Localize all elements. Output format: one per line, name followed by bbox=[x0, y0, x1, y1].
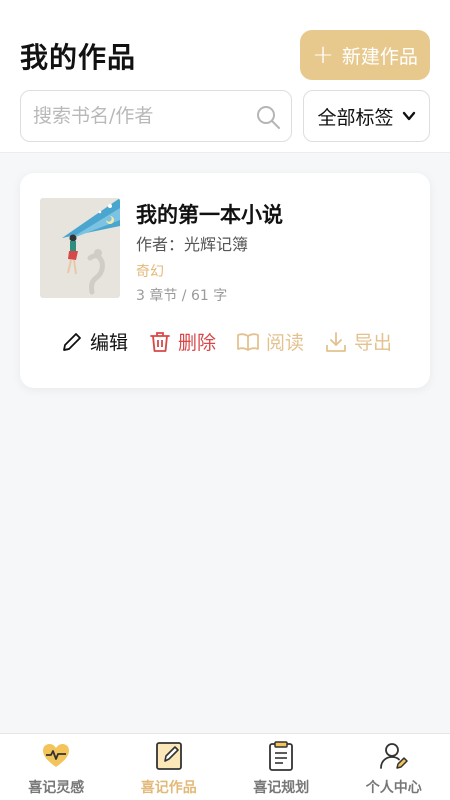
edit-button[interactable]: 编辑 bbox=[60, 328, 128, 355]
book-open-icon bbox=[237, 332, 259, 351]
download-icon bbox=[326, 331, 346, 352]
tab-works[interactable]: 喜记作品 bbox=[113, 734, 226, 800]
book-title[interactable]: 我的第一本小说 bbox=[136, 199, 283, 229]
tab-planning[interactable]: 喜记规划 bbox=[225, 734, 338, 800]
clipboard-icon bbox=[269, 741, 294, 771]
tab-inspiration-label: 喜记灵感 bbox=[28, 780, 85, 796]
tag-filter-value: 全部标签 bbox=[317, 106, 394, 129]
export-button[interactable]: 导出 bbox=[324, 328, 392, 355]
search-icon[interactable] bbox=[255, 104, 281, 130]
search-input[interactable] bbox=[21, 91, 251, 141]
book-stats: 3 章节 / 61 字 bbox=[136, 288, 228, 304]
book-author: 作者：光辉记簿 bbox=[136, 235, 249, 254]
header: 我的作品 + 新建作品 全部标签 bbox=[0, 0, 450, 153]
heartbeat-icon bbox=[43, 744, 70, 767]
tab-inspiration[interactable]: 喜记灵感 bbox=[0, 734, 113, 800]
tab-planning-label: 喜记规划 bbox=[253, 780, 310, 796]
card-actions: 编辑 删除 阅读 导出 bbox=[60, 328, 392, 355]
tab-profile-label: 个人中心 bbox=[365, 780, 422, 796]
trash-icon bbox=[150, 331, 170, 352]
page-title: 我的作品 bbox=[20, 41, 137, 74]
read-button[interactable]: 阅读 bbox=[236, 328, 304, 355]
edit-label: 编辑 bbox=[90, 332, 129, 354]
work-card[interactable]: 我的第一本小说 作者：光辉记簿 奇幻 3 章节 / 61 字 编辑 删除 阅读 … bbox=[20, 173, 430, 388]
new-work-button[interactable]: + 新建作品 bbox=[300, 30, 430, 80]
bottom-tab-bar: 喜记灵感 喜记作品 喜记规划 个人中心 bbox=[0, 733, 450, 800]
edit-document-icon bbox=[155, 742, 182, 770]
chevron-down-icon bbox=[402, 111, 415, 121]
pencil-icon bbox=[63, 332, 81, 351]
book-cover-image bbox=[40, 198, 120, 298]
delete-button[interactable]: 删除 bbox=[148, 328, 216, 355]
tab-works-label: 喜记作品 bbox=[140, 780, 197, 796]
new-work-label: 新建作品 bbox=[341, 45, 418, 68]
tag-filter-select[interactable]: 全部标签 bbox=[303, 90, 430, 142]
search-box bbox=[20, 90, 292, 142]
user-icon bbox=[379, 743, 408, 769]
tab-profile[interactable]: 个人中心 bbox=[338, 734, 450, 800]
book-tag: 奇幻 bbox=[136, 264, 164, 280]
export-label: 导出 bbox=[354, 332, 393, 354]
delete-label: 删除 bbox=[178, 332, 217, 354]
plus-icon: + bbox=[312, 40, 334, 70]
read-label: 阅读 bbox=[266, 332, 305, 354]
